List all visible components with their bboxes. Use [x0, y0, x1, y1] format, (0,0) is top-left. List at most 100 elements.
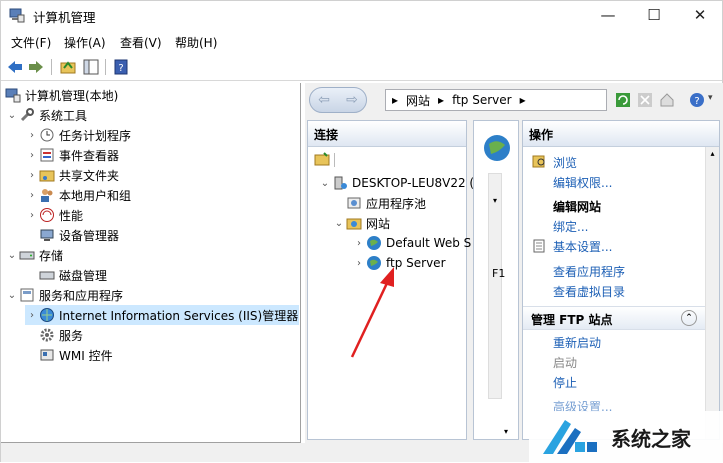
- help-book-icon[interactable]: ?: [112, 58, 130, 76]
- breadcrumb-ftp-server[interactable]: ftp Server: [452, 93, 512, 107]
- computer-management-icon: [5, 88, 21, 103]
- users-icon: [41, 189, 53, 202]
- minimize-button[interactable]: —: [585, 1, 631, 29]
- collapse-chevron-icon[interactable]: ⌄: [5, 110, 19, 121]
- tree-item-event-viewer[interactable]: › 事件查看器: [25, 145, 119, 165]
- toolbar: ?: [1, 54, 722, 81]
- tree-label: 事件查看器: [59, 148, 120, 163]
- menu-action[interactable]: 操作(A): [64, 34, 106, 51]
- expand-chevron-icon[interactable]: ›: [25, 130, 39, 141]
- restart-link[interactable]: 重新启动: [553, 334, 601, 351]
- collapse-chevron-icon[interactable]: ⌄: [318, 178, 332, 189]
- iis-default-site-node[interactable]: › Default Web S: [352, 233, 471, 253]
- expand-chevron-icon[interactable]: ›: [25, 310, 39, 321]
- app-pool-icon: [347, 197, 361, 209]
- tree-item-wmi[interactable]: WMI 控件: [39, 345, 113, 365]
- collapse-chevron-icon[interactable]: ⌄: [5, 290, 19, 301]
- tree-item-device-manager[interactable]: 设备管理器: [39, 225, 119, 245]
- tree-item-local-users[interactable]: › 本地用户和组: [25, 185, 131, 205]
- collapse-section-icon[interactable]: ⌃: [681, 310, 697, 326]
- tree-item-iis[interactable]: › Internet Information Services (IIS)管理器: [25, 305, 299, 325]
- help-dropdown-icon[interactable]: ▾: [708, 93, 713, 103]
- expand-chevron-icon[interactable]: ›: [25, 190, 39, 201]
- tree-item-services-apps[interactable]: ⌄ 服务和应用程序: [5, 285, 123, 305]
- tree-label: 计算机管理(本地): [25, 88, 119, 103]
- address-bar[interactable]: ▸ 网站 ▸ ftp Server ▸: [385, 89, 607, 111]
- forward-arrow-icon[interactable]: [27, 58, 45, 76]
- features-scrollbar[interactable]: ▾: [488, 173, 502, 399]
- menu-view[interactable]: 查看(V): [120, 34, 162, 51]
- scroll-down-icon[interactable]: ▾: [504, 427, 508, 436]
- tree-item-root[interactable]: 计算机管理(本地): [5, 85, 118, 105]
- tree-item-shared-folders[interactable]: › 共享文件夹: [25, 165, 119, 185]
- scroll-down-icon[interactable]: ▾: [489, 196, 501, 206]
- disk-icon: [39, 271, 55, 280]
- tree-label: 本地用户和组: [59, 188, 132, 203]
- maximize-button[interactable]: ☐: [631, 1, 677, 29]
- breadcrumb-arrow-icon: ▸: [392, 93, 399, 107]
- tree-label: 共享文件夹: [59, 168, 120, 183]
- computer-management-window: 计算机管理 — ☐ ✕ 文件(F) 操作(A) 查看(V) 帮助(H) ? 计算…: [0, 0, 723, 463]
- close-icon: ✕: [693, 6, 707, 24]
- forward-arrow-icon[interactable]: ⇨: [346, 92, 358, 108]
- basic-settings-link[interactable]: 基本设置...: [553, 238, 612, 255]
- tree-label: 磁盘管理: [59, 268, 108, 283]
- back-arrow-icon[interactable]: [6, 58, 24, 76]
- expand-chevron-icon[interactable]: ›: [25, 210, 39, 221]
- stop-icon[interactable]: [637, 92, 653, 108]
- close-button[interactable]: ✕: [677, 1, 723, 29]
- iis-sites-node[interactable]: ⌄ 网站: [332, 213, 390, 233]
- tree-label: 系统工具: [39, 108, 88, 123]
- view-applications-link[interactable]: 查看应用程序: [553, 263, 625, 280]
- breadcrumb-arrow-icon: ▸: [438, 93, 445, 107]
- maximize-icon: ☐: [647, 6, 661, 24]
- breadcrumb-sites[interactable]: 网站: [406, 92, 430, 109]
- up-folder-icon[interactable]: [59, 58, 77, 76]
- collapse-chevron-icon[interactable]: ⌄: [5, 250, 19, 261]
- help-icon[interactable]: ?: [689, 92, 705, 108]
- shared-folder-icon: [39, 170, 55, 182]
- menu-bar: 文件(F) 操作(A) 查看(V) 帮助(H): [1, 31, 722, 53]
- features-label: F1: [492, 267, 506, 280]
- tree-item-disk-management[interactable]: 磁盘管理: [39, 265, 107, 285]
- tree-item-services[interactable]: 服务: [39, 325, 83, 345]
- tree-label: WMI 控件: [59, 348, 113, 363]
- tree-label: 任务计划程序: [59, 128, 132, 143]
- actions-scrollbar[interactable]: ▴: [705, 147, 719, 439]
- expand-chevron-icon[interactable]: ›: [25, 150, 39, 161]
- collapse-chevron-icon[interactable]: ⌄: [332, 218, 346, 229]
- tree-label: 服务和应用程序: [39, 288, 124, 303]
- back-arrow-icon[interactable]: ⇦: [318, 92, 330, 108]
- stop-link[interactable]: 停止: [553, 374, 577, 391]
- manage-ftp-header[interactable]: 管理 FTP 站点 ⌃: [523, 306, 705, 330]
- start-link: 启动: [553, 356, 578, 370]
- tree-item-storage[interactable]: ⌄ 存储: [5, 245, 63, 265]
- browse-link[interactable]: 浏览: [553, 154, 577, 171]
- bindings-link[interactable]: 绑定...: [553, 218, 588, 235]
- show-hide-tree-icon[interactable]: [82, 58, 100, 76]
- globe-icon: [484, 135, 510, 161]
- new-connection-icon[interactable]: [314, 151, 330, 167]
- view-virtual-directories-link[interactable]: 查看虚拟目录: [553, 283, 625, 300]
- tree-item-performance[interactable]: › 性能: [25, 205, 83, 225]
- actions-header: 操作: [523, 121, 719, 147]
- actions-pane: 操作 ▴ 浏览 编辑权限... 编辑网站 绑定... 基本设置... 查看应用程…: [522, 120, 720, 440]
- manage-ftp-label: 管理 FTP 站点: [531, 313, 613, 327]
- menu-file[interactable]: 文件(F): [11, 34, 51, 51]
- edit-permissions-link[interactable]: 编辑权限...: [553, 174, 612, 191]
- tree-item-system-tools[interactable]: ⌄ 系统工具: [5, 105, 87, 125]
- iis-app-pools-node[interactable]: 应用程序池: [346, 193, 426, 213]
- tree-label: 服务: [59, 328, 84, 343]
- connections-header: 连接: [308, 121, 466, 147]
- iis-server-node[interactable]: ⌄ DESKTOP-LEU8V22 (: [318, 173, 474, 193]
- expand-chevron-icon[interactable]: ›: [25, 170, 39, 181]
- home-icon[interactable]: [659, 92, 675, 108]
- scroll-up-icon[interactable]: ▴: [706, 149, 719, 158]
- toolbar-separator: [51, 59, 52, 75]
- tree-item-task-scheduler[interactable]: › 任务计划程序: [25, 125, 131, 145]
- refresh-icon[interactable]: [615, 92, 631, 108]
- tree-label: Internet Information Services (IIS)管理器: [59, 308, 299, 323]
- menu-help[interactable]: 帮助(H): [175, 34, 217, 51]
- expand-chevron-icon[interactable]: ›: [352, 238, 366, 249]
- back-forward-buttons[interactable]: ⇦ ⇨: [309, 87, 367, 113]
